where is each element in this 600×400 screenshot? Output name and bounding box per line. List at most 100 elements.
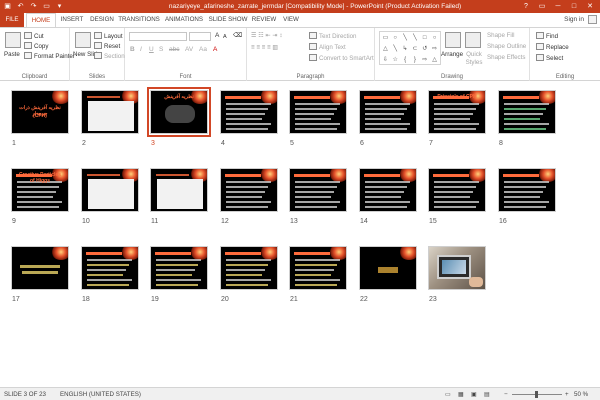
shadow-button[interactable]: S <box>159 46 163 54</box>
grow-font-button[interactable]: A <box>215 32 219 40</box>
tab-transitions[interactable]: TRANSITIONS <box>118 13 160 27</box>
slide-thumbnail[interactable] <box>359 246 417 290</box>
redo-icon[interactable]: ↷ <box>29 2 38 11</box>
paste-button[interactable]: Paste <box>4 51 20 59</box>
save-icon[interactable]: ▣ <box>3 2 12 11</box>
shape-left-brace[interactable]: { <box>401 55 410 65</box>
customize-qat-icon[interactable]: ▾ <box>55 2 64 11</box>
normal-view-icon[interactable]: ▭ <box>445 391 451 398</box>
shape-right-arrow[interactable]: ⇨ <box>430 44 439 54</box>
slide-thumbnail[interactable] <box>81 168 139 212</box>
paste-icon[interactable] <box>5 32 21 48</box>
slide-thumbnail[interactable] <box>11 246 69 290</box>
slide-thumbnail[interactable] <box>150 246 208 290</box>
slide-thumbnail[interactable] <box>428 246 486 290</box>
slide-thumbnail[interactable] <box>428 168 486 212</box>
reset-button[interactable]: Reset <box>94 42 120 51</box>
slide-thumbnail[interactable]: نظریه آفرینش <box>147 87 211 137</box>
slide-thumbnail[interactable] <box>498 90 556 134</box>
format-painter-button[interactable]: Format Painter <box>24 52 75 61</box>
change-case-button[interactable]: Aa <box>199 46 207 54</box>
slide-thumbnail[interactable]: Principle of CPH <box>428 90 486 134</box>
shape-effects-button[interactable]: Shape Effects <box>487 54 525 62</box>
find-button[interactable]: Find <box>536 32 558 41</box>
tab-insert[interactable]: INSERT <box>58 13 86 27</box>
zoom-out-button[interactable]: − <box>504 391 508 398</box>
strikethrough-button[interactable]: abc <box>169 46 179 54</box>
slide-thumbnail[interactable] <box>359 90 417 134</box>
close-button[interactable]: ✕ <box>582 1 598 12</box>
slide-thumbnail[interactable]: Creative Particles of Higgs <box>11 168 69 212</box>
shape-right-brace[interactable]: } <box>410 55 419 65</box>
shape-connector[interactable]: ╲ <box>391 44 400 54</box>
shape-fill-button[interactable]: Shape Fill <box>487 32 515 40</box>
list-buttons[interactable]: ☰ ☷ ⇤ ⇥ ↕ <box>251 32 282 40</box>
slide-thumbnail[interactable] <box>220 90 278 134</box>
clear-formatting-icon[interactable]: ⌫ <box>233 32 242 40</box>
shape-star[interactable]: ☆ <box>391 55 400 65</box>
arrange-button[interactable]: Arrange <box>441 51 463 59</box>
maximize-button[interactable]: □ <box>566 1 582 12</box>
font-size-dropdown[interactable] <box>189 32 211 41</box>
font-name-dropdown[interactable] <box>129 32 187 41</box>
new-slide-icon[interactable] <box>75 32 91 48</box>
bold-button[interactable]: B <box>130 46 135 54</box>
font-color-button[interactable]: A <box>213 46 217 54</box>
slide-thumbnail[interactable] <box>81 90 139 134</box>
minimize-button[interactable]: ─ <box>550 1 566 12</box>
slide-thumbnail[interactable] <box>220 168 278 212</box>
shape-line-2[interactable]: ╲ <box>410 33 419 43</box>
ribbon-display-options-button[interactable]: ▭ <box>534 1 550 12</box>
language-indicator[interactable]: ENGLISH (UNITED STATES) <box>60 391 141 398</box>
arrange-icon[interactable] <box>445 32 461 48</box>
help-button[interactable]: ? <box>518 1 534 12</box>
quick-styles-icon[interactable] <box>465 32 481 48</box>
undo-icon[interactable]: ↶ <box>16 2 25 11</box>
slide-thumbnail[interactable] <box>359 168 417 212</box>
shape-elbow[interactable]: ↳ <box>401 44 410 54</box>
tab-file[interactable]: FILE <box>0 13 24 27</box>
slide-thumbnail[interactable] <box>289 168 347 212</box>
shape-rectangle[interactable]: ▭ <box>381 33 390 43</box>
slide-thumbnail[interactable] <box>81 246 139 290</box>
copy-button[interactable]: Copy <box>24 42 48 51</box>
shape-arc[interactable]: ↺ <box>420 44 429 54</box>
reading-view-icon[interactable]: ▣ <box>471 391 477 398</box>
slideshow-view-icon[interactable]: ▤ <box>484 391 490 398</box>
zoom-slider-handle[interactable] <box>535 391 538 398</box>
quick-styles-button[interactable]: Quick Styles <box>463 51 485 67</box>
convert-smartart-button[interactable]: Convert to SmartArt <box>309 54 374 63</box>
slide-thumbnail[interactable] <box>289 246 347 290</box>
tab-slide-show[interactable]: SLIDE SHOW <box>208 13 248 27</box>
shrink-font-button[interactable]: A <box>223 33 227 41</box>
shape-triangle-2[interactable]: △ <box>430 55 439 65</box>
slide-thumbnail[interactable] <box>150 168 208 212</box>
sign-in-link[interactable]: Sign in <box>564 16 584 23</box>
shapes-gallery[interactable]: ▭ ○ ╲ ╲ □ ○ △ ╲ ↳ ⊂ ↺ ⇨ ⇩ ☆ { } ⇨ △ <box>379 31 441 65</box>
select-button[interactable]: Select <box>536 54 563 63</box>
tab-home[interactable]: HOME <box>26 13 56 28</box>
shape-circle[interactable]: ○ <box>430 33 439 43</box>
align-text-button[interactable]: Align Text <box>309 43 346 52</box>
layout-button[interactable]: Layout <box>94 32 123 41</box>
shape-curve[interactable]: ⊂ <box>410 44 419 54</box>
shape-arrow-2[interactable]: ⇨ <box>420 55 429 65</box>
tab-animations[interactable]: ANIMATIONS <box>162 13 206 27</box>
section-button[interactable]: Section <box>94 52 125 61</box>
slide-thumbnail[interactable] <box>289 90 347 134</box>
shape-outline-button[interactable]: Shape Outline <box>487 43 526 51</box>
shape-down-arrow[interactable]: ⇩ <box>381 55 390 65</box>
replace-button[interactable]: Replace <box>536 43 569 52</box>
italic-button[interactable]: I <box>140 46 142 54</box>
zoom-level[interactable]: 50 % <box>574 391 588 398</box>
slide-thumbnail[interactable] <box>220 246 278 290</box>
slide-thumbnail[interactable] <box>498 168 556 212</box>
account-icon[interactable] <box>588 15 597 24</box>
underline-button[interactable]: U <box>149 46 154 54</box>
char-spacing-button[interactable]: AV <box>185 46 193 54</box>
slide-sorter-view-icon[interactable]: ▦ <box>458 391 464 398</box>
tab-review[interactable]: REVIEW <box>250 13 278 27</box>
cut-button[interactable]: Cut <box>24 32 44 41</box>
slide-thumbnail[interactable]: نظریه آفرینش ذرات جرمدار (CPH) <box>11 90 69 134</box>
shape-triangle[interactable]: △ <box>381 44 390 54</box>
